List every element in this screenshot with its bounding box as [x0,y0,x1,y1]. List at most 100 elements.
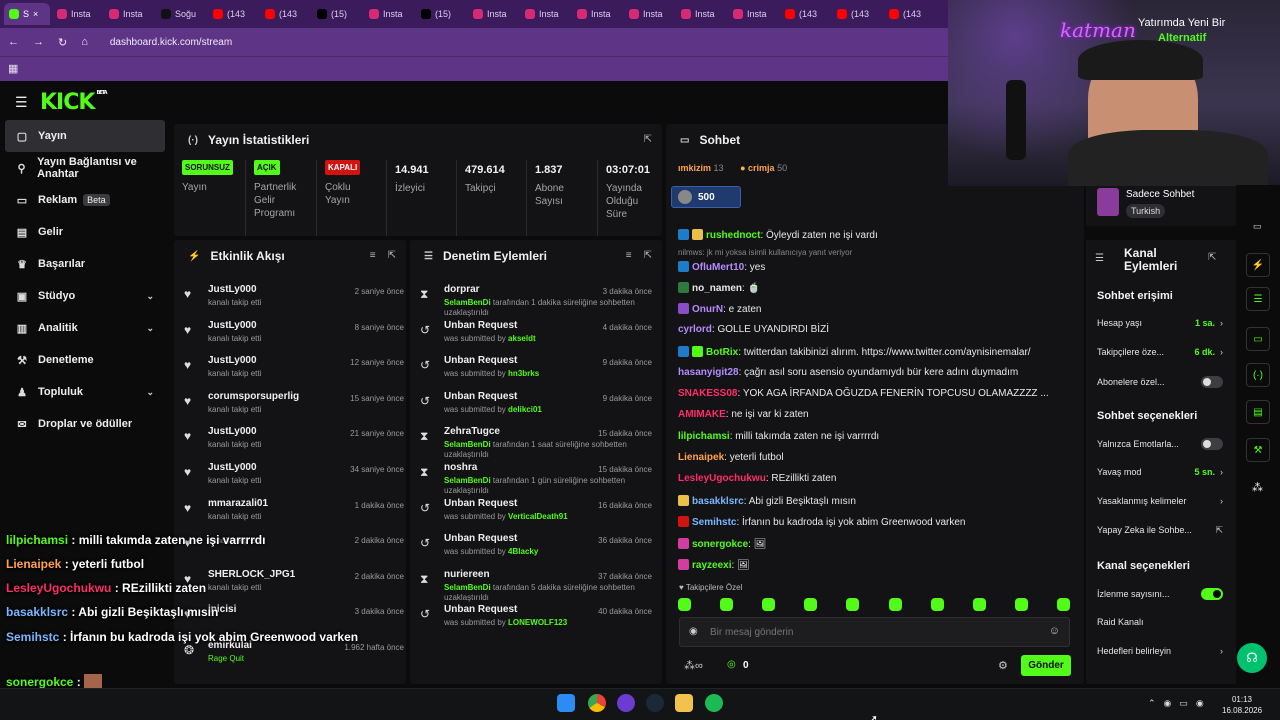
chat-username[interactable]: Lienaipek [678,452,724,463]
browser-tab[interactable]: Insta [676,3,726,25]
chat-username[interactable]: OfluMert10 [692,262,744,273]
sidebar-item[interactable]: ♟ Topluluk ⌄ [0,376,170,408]
emote-icon[interactable] [678,598,691,611]
moderation-item[interactable]: ↺ Unban Request was submitted by delikci01… [420,391,652,426]
popout-icon[interactable]: ⇱ [644,250,652,261]
browser-tab[interactable]: Soğu [156,3,206,25]
chat-message[interactable]: sonergokce: 🖼 [678,538,766,550]
moderation-item[interactable]: ⧗ dorprar SelamBenDi tarafından 1 dakika s… [420,284,652,319]
apps-grid-icon[interactable]: ▦ [8,62,18,75]
channel-option[interactable]: Yavaş mod 5 sn. › [1097,467,1223,477]
activity-item[interactable]: ♥ JustLy000 kanalı takip etti 8 saniye önce [184,320,404,355]
browser-tab[interactable]: Insta [624,3,674,25]
channel-option[interactable]: İzlenme sayısını... [1097,588,1223,600]
browser-tab[interactable]: Insta [728,3,778,25]
activity-item[interactable]: ♥ SHERLOCK_JPG1 kanalı takip etti 2 dakika … [184,569,404,604]
channel-option[interactable]: Takipçilere öze... 6 dk. › [1097,347,1223,357]
moderation-user[interactable]: hn3brks [508,369,539,378]
discord-icon[interactable] [617,694,635,712]
popout-icon[interactable]: ⇱ [388,250,396,261]
chat-message[interactable]: no_namen: 🍵 [678,282,760,294]
chat-username[interactable]: OnurN [692,304,723,315]
emote-icon[interactable] [1056,598,1070,611]
sidebar-item[interactable]: ✉ Droplar ve ödüller [0,408,170,440]
clock[interactable]: 01:13 16.08.2026 [1222,694,1262,716]
sidebar-item[interactable]: ⚒ Denetleme [0,344,170,376]
browser-tab[interactable]: (15) [312,3,362,25]
file-explorer-icon[interactable] [675,694,693,712]
gifter-name[interactable]: ımkizim [678,163,711,173]
reload-icon[interactable]: ↻ [58,36,67,49]
moderation-item[interactable]: ↺ Unban Request was submitted by akseldt 4 … [420,320,652,355]
activity-item[interactable]: ♥ mmarazali01 kanalı takip etti 1 dakika ön… [184,498,404,533]
browser-tab[interactable]: (143 [780,3,830,25]
smile-icon[interactable]: ☺ [1049,625,1060,637]
moderation-item[interactable]: ↺ Unban Request was submitted by VerticalD… [420,498,652,533]
chevron-down-icon[interactable]: ⌄ [146,387,154,398]
sidebar-item[interactable]: ♛ Başarılar [0,248,170,280]
channel-option[interactable]: Yasaklanmış kelimeler › [1097,496,1223,506]
chat-username[interactable]: LesleyUgochukwu [678,473,766,484]
chevron-down-icon[interactable]: ⌄ [146,323,154,334]
browser-tab[interactable]: Insta [520,3,570,25]
moderation-item[interactable]: ⧗ ZehraTugce SelamBenDi tarafından 1 saat … [420,426,652,461]
chevron-down-icon[interactable]: ⌄ [146,291,154,302]
chrome-icon[interactable] [588,694,606,712]
moderation-item[interactable]: ↺ Unban Request was submitted by hn3brks 9 … [420,355,652,390]
windows-start-icon[interactable] [557,694,575,712]
browser-tab[interactable]: Insta [104,3,154,25]
channel-option[interactable]: Hedefleri belirleyin › [1097,646,1223,656]
emote-icon[interactable] [930,598,944,611]
chevron-right-icon[interactable]: › [1220,347,1223,357]
activity-item[interactable]: ♥ JustLy000 kanalı takip etti 34 saniye önc… [184,462,404,497]
chat-message[interactable]: cyrlord: GOLLE UYANDIRDI BİZİ [678,324,829,335]
browser-tab[interactable]: Insta [52,3,102,25]
chat-icon[interactable]: ▭ [1246,327,1270,351]
list-icon[interactable]: ☰ [1246,287,1270,311]
chat-message[interactable]: lilpichamsi: milli takımda zaten ne işi … [678,431,879,442]
moderation-user[interactable]: 4Blacky [508,547,538,556]
moderation-user[interactable]: akseldt [508,334,536,343]
moderator-name[interactable]: SelamBenDi [444,476,491,485]
pinned-gift-badge[interactable]: 500 [671,186,741,208]
chat-message[interactable]: BotRix: twitterdan takibinizi alırım. ht… [678,346,1031,358]
browser-tab[interactable]: S × [4,3,50,25]
chevron-right-icon[interactable]: › [1220,646,1223,656]
chat-username[interactable]: rayzeexi [692,560,731,571]
emote-icon[interactable] [1014,598,1028,611]
chevron-right-icon[interactable]: › [1220,318,1223,328]
activity-item[interactable]: ♥ JustLy000 kanalı takip etti 21 saniye önc… [184,426,404,461]
moderation-item[interactable]: ⧗ nuriereen SelamBenDi tarafından 5 dakika… [420,569,652,604]
chat-username[interactable]: sonergokce [692,539,748,550]
emote-icon[interactable] [972,598,986,611]
chat-message[interactable]: LesleyUgochukwu: REzillikti zaten [678,473,836,484]
toggle-switch[interactable] [1201,588,1223,600]
sidebar-item[interactable]: ▭ Reklam Beta [0,184,170,216]
channel-option[interactable]: Hesap yaşı 1 sa. › [1097,318,1223,328]
browser-tab[interactable]: Insta [572,3,622,25]
moderation-item[interactable]: ↺ Unban Request was submitted by 4Blacky 36… [420,533,652,568]
chat-message[interactable]: OnurN: e zaten [678,303,761,315]
system-tray-icons[interactable]: ⌃◉▭◉ [1148,698,1212,709]
sidebar-item[interactable]: ▢ Yayın [5,120,165,152]
settings-gear-icon[interactable]: ⚙ [998,659,1008,672]
url-field[interactable]: dashboard.kick.com/stream [110,37,232,48]
moderation-user[interactable]: LONEWOLF123 [508,618,567,627]
chat-username[interactable]: AMIMAKE [678,409,726,420]
steam-icon[interactable] [646,694,664,712]
filter-icon[interactable]: ≡ [370,250,376,261]
close-tab-icon[interactable]: × [33,9,38,19]
toggle-switch[interactable] [1201,438,1223,450]
chat-username[interactable]: cyrlord [678,324,712,335]
sidebar-item[interactable]: ▣ Stüdyo ⌄ [0,280,170,312]
channel-option[interactable]: Raid Kanalı [1097,617,1223,627]
channel-option[interactable]: Yapay Zeka ile Sohbe... ⇱ [1097,525,1223,536]
bolt-icon[interactable]: ⚡ [1246,253,1270,277]
chat-message-input[interactable] [710,624,1040,640]
browser-tab[interactable]: (143 [260,3,310,25]
chat-username[interactable]: lilpichamsi [678,431,730,442]
expand-icon[interactable]: ⇱ [644,134,652,145]
emote-icon[interactable] [846,598,860,611]
spotify-icon[interactable] [705,694,723,712]
moderation-item[interactable]: ↺ Unban Request was submitted by LONEWOLF1… [420,604,652,639]
